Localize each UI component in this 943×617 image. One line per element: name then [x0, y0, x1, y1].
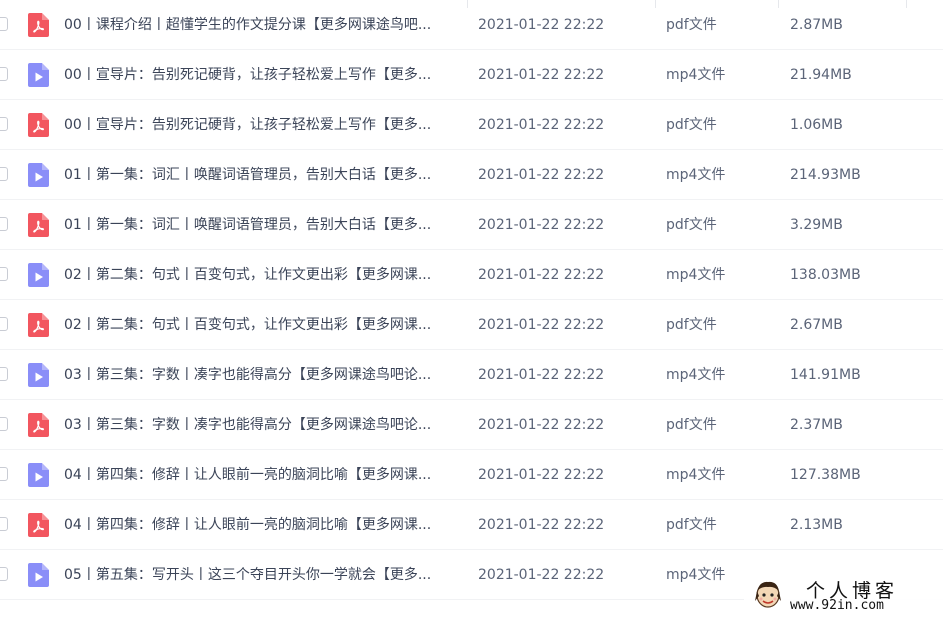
file-type: mp4文件: [666, 567, 726, 583]
watermark-url: www.92in.com: [790, 598, 884, 613]
file-row[interactable]: 02丨第二集：句式丨百变句式，让作文更出彩【更多网课... 2021-01-22 …: [0, 300, 943, 350]
file-name[interactable]: 04丨第四集：修辞丨让人眼前一亮的脑洞比喻【更多网课...: [64, 450, 460, 500]
row-checkbox[interactable]: [0, 417, 8, 431]
file-type: pdf文件: [666, 417, 717, 433]
file-date: 2021-01-22 22:22: [478, 267, 605, 283]
file-name[interactable]: 00丨课程介绍丨超懂学生的作文提分课【更多网课途鸟吧...: [64, 0, 460, 50]
file-type: mp4文件: [666, 67, 726, 83]
file-date: 2021-01-22 22:22: [478, 517, 605, 533]
file-size: 2.67MB: [790, 317, 843, 333]
video-icon: [28, 463, 49, 487]
file-date: 2021-01-22 22:22: [478, 567, 605, 583]
file-size: 141.91MB: [790, 367, 861, 383]
video-icon: [28, 263, 49, 287]
file-type: mp4文件: [666, 367, 726, 383]
file-name[interactable]: 05丨第五集：写开头丨这三个夺目开头你一学就会【更多...: [64, 550, 460, 600]
pdf-icon: [28, 13, 49, 37]
file-name[interactable]: 02丨第二集：句式丨百变句式，让作文更出彩【更多网课...: [64, 300, 460, 350]
file-date: 2021-01-22 22:22: [478, 367, 605, 383]
row-checkbox[interactable]: [0, 367, 8, 381]
row-checkbox[interactable]: [0, 267, 8, 281]
file-row[interactable]: 02丨第二集：句式丨百变句式，让作文更出彩【更多网课... 2021-01-22 …: [0, 250, 943, 300]
file-type: pdf文件: [666, 17, 717, 33]
file-date: 2021-01-22 22:22: [478, 417, 605, 433]
file-list: 00丨课程介绍丨超懂学生的作文提分课【更多网课途鸟吧... 2021-01-22 …: [0, 0, 943, 600]
file-name[interactable]: 04丨第四集：修辞丨让人眼前一亮的脑洞比喻【更多网课...: [64, 500, 460, 550]
file-date: 2021-01-22 22:22: [478, 467, 605, 483]
video-icon: [28, 363, 49, 387]
pdf-icon: [28, 113, 49, 137]
file-row[interactable]: 00丨课程介绍丨超懂学生的作文提分课【更多网课途鸟吧... 2021-01-22 …: [0, 0, 943, 50]
pdf-icon: [28, 213, 49, 237]
row-checkbox[interactable]: [0, 117, 8, 131]
row-checkbox[interactable]: [0, 467, 8, 481]
file-date: 2021-01-22 22:22: [478, 17, 605, 33]
file-type: pdf文件: [666, 517, 717, 533]
file-row[interactable]: 00丨宣导片：告别死记硬背，让孩子轻松爱上写作【更多... 2021-01-22 …: [0, 100, 943, 150]
file-size: 2.13MB: [790, 517, 843, 533]
pdf-icon: [28, 513, 49, 537]
file-type: mp4文件: [666, 167, 726, 183]
file-name[interactable]: 03丨第三集：字数丨凑字也能得高分【更多网课途鸟吧论...: [64, 350, 460, 400]
row-checkbox[interactable]: [0, 17, 8, 31]
file-name[interactable]: 03丨第三集：字数丨凑字也能得高分【更多网课途鸟吧论...: [64, 400, 460, 450]
file-name[interactable]: 01丨第一集：词汇丨唤醒词语管理员，告别大白话【更多...: [64, 150, 460, 200]
file-type: pdf文件: [666, 317, 717, 333]
file-size: 138.03MB: [790, 267, 861, 283]
file-row[interactable]: 01丨第一集：词汇丨唤醒词语管理员，告别大白话【更多... 2021-01-22 …: [0, 200, 943, 250]
file-name[interactable]: 00丨宣导片：告别死记硬背，让孩子轻松爱上写作【更多...: [64, 50, 460, 100]
watermark: 个人博客 www.92in.com: [744, 574, 943, 617]
file-row[interactable]: 01丨第一集：词汇丨唤醒词语管理员，告别大白话【更多... 2021-01-22 …: [0, 150, 943, 200]
file-row[interactable]: 04丨第四集：修辞丨让人眼前一亮的脑洞比喻【更多网课... 2021-01-22 …: [0, 450, 943, 500]
row-checkbox[interactable]: [0, 67, 8, 81]
file-size: 3.29MB: [790, 217, 843, 233]
row-checkbox[interactable]: [0, 567, 8, 581]
file-size: 21.94MB: [790, 67, 852, 83]
file-name[interactable]: 02丨第二集：句式丨百变句式，让作文更出彩【更多网课...: [64, 250, 460, 300]
row-checkbox[interactable]: [0, 317, 8, 331]
row-checkbox[interactable]: [0, 517, 8, 531]
pdf-icon: [28, 413, 49, 437]
file-row[interactable]: 00丨宣导片：告别死记硬背，让孩子轻松爱上写作【更多... 2021-01-22 …: [0, 50, 943, 100]
watermark-avatar-icon: [754, 579, 782, 609]
video-icon: [28, 63, 49, 87]
video-icon: [28, 163, 49, 187]
file-name[interactable]: 00丨宣导片：告别死记硬背，让孩子轻松爱上写作【更多...: [64, 100, 460, 150]
row-checkbox[interactable]: [0, 167, 8, 181]
file-row[interactable]: 03丨第三集：字数丨凑字也能得高分【更多网课途鸟吧论... 2021-01-22 …: [0, 400, 943, 450]
file-size: 127.38MB: [790, 467, 861, 483]
file-row[interactable]: 04丨第四集：修辞丨让人眼前一亮的脑洞比喻【更多网课... 2021-01-22 …: [0, 500, 943, 550]
file-type: pdf文件: [666, 117, 717, 133]
file-row[interactable]: 03丨第三集：字数丨凑字也能得高分【更多网课途鸟吧论... 2021-01-22 …: [0, 350, 943, 400]
file-name[interactable]: 01丨第一集：词汇丨唤醒词语管理员，告别大白话【更多...: [64, 200, 460, 250]
file-date: 2021-01-22 22:22: [478, 117, 605, 133]
file-date: 2021-01-22 22:22: [478, 217, 605, 233]
row-checkbox[interactable]: [0, 217, 8, 231]
pdf-icon: [28, 313, 49, 337]
file-size: 2.37MB: [790, 417, 843, 433]
file-size: 214.93MB: [790, 167, 861, 183]
file-type: mp4文件: [666, 267, 726, 283]
file-date: 2021-01-22 22:22: [478, 317, 605, 333]
file-date: 2021-01-22 22:22: [478, 167, 605, 183]
file-size: 2.87MB: [790, 17, 843, 33]
file-type: pdf文件: [666, 217, 717, 233]
video-icon: [28, 563, 49, 587]
file-date: 2021-01-22 22:22: [478, 67, 605, 83]
file-type: mp4文件: [666, 467, 726, 483]
file-size: 1.06MB: [790, 117, 843, 133]
